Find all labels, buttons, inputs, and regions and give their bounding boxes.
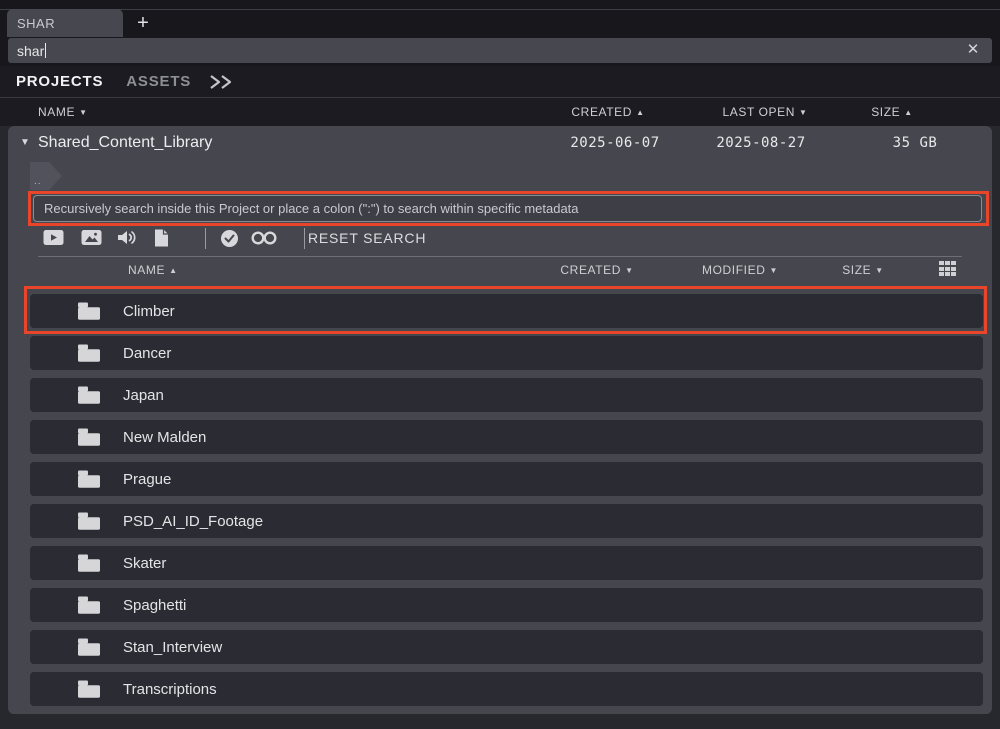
column-header-created[interactable]: CREATED▲ bbox=[571, 105, 644, 119]
collapse-caret-icon[interactable]: ▼ bbox=[20, 137, 30, 148]
folder-name: Skater bbox=[123, 555, 166, 572]
reset-search-button[interactable]: RESET SEARCH bbox=[308, 230, 426, 246]
folder-name: Climber bbox=[123, 303, 175, 320]
projects-table-header: NAME▼ CREATED▲ LAST OPEN▼ SIZE▲ bbox=[0, 97, 1000, 126]
folder-row[interactable]: Climber bbox=[30, 294, 983, 328]
folder-row[interactable]: Prague bbox=[30, 462, 983, 496]
double-chevron-icon[interactable] bbox=[209, 74, 235, 90]
contents-column-size[interactable]: SIZE▼ bbox=[842, 263, 884, 277]
tab-projects[interactable]: PROJECTS bbox=[16, 73, 103, 90]
contents-column-created[interactable]: CREATED▼ bbox=[560, 263, 633, 277]
folder-row[interactable]: PSD_AI_ID_Footage bbox=[30, 504, 983, 538]
tab-label: SHAR bbox=[17, 16, 55, 31]
column-header-name[interactable]: NAME▼ bbox=[38, 105, 88, 119]
tab-assets[interactable]: ASSETS bbox=[126, 73, 191, 90]
duration-filter-icon[interactable] bbox=[220, 229, 239, 248]
project-search-input[interactable] bbox=[33, 195, 982, 222]
folder-row[interactable]: Spaghetti bbox=[30, 588, 983, 622]
parent-directory-item[interactable]: .. bbox=[30, 162, 62, 190]
column-header-last-open[interactable]: LAST OPEN▼ bbox=[722, 105, 807, 119]
sort-arrow-icon: ▼ bbox=[875, 266, 884, 275]
sort-arrow-icon: ▼ bbox=[769, 266, 778, 275]
sort-arrow-icon: ▲ bbox=[904, 108, 913, 117]
folder-row[interactable]: Skater bbox=[30, 546, 983, 580]
project-name: Shared_Content_Library bbox=[38, 134, 212, 152]
folder-icon bbox=[77, 301, 101, 321]
folder-icon bbox=[77, 595, 101, 615]
filter-bar: RESET SEARCH bbox=[8, 226, 992, 252]
folder-icon bbox=[77, 427, 101, 447]
sort-arrow-icon: ▼ bbox=[799, 108, 808, 117]
folder-name: Dancer bbox=[123, 345, 171, 362]
folder-icon bbox=[77, 469, 101, 489]
contents-column-modified[interactable]: MODIFIED▼ bbox=[702, 263, 778, 277]
sort-arrow-icon: ▼ bbox=[79, 108, 88, 117]
folder-row[interactable]: Transcriptions bbox=[30, 672, 983, 706]
nav-bar: PROJECTS ASSETS bbox=[0, 66, 1000, 97]
folder-icon bbox=[77, 343, 101, 363]
folder-icon bbox=[77, 637, 101, 657]
contents-header-divider bbox=[38, 256, 962, 257]
filter-divider bbox=[205, 228, 206, 249]
project-panel: ▼ Shared_Content_Library 2025-06-07 2025… bbox=[8, 126, 992, 714]
clear-search-icon[interactable]: ✕ bbox=[964, 41, 982, 59]
project-size: 35 GB bbox=[893, 135, 938, 151]
video-filter-icon[interactable] bbox=[43, 229, 64, 246]
search-input[interactable]: shar bbox=[8, 38, 992, 63]
tab-shar[interactable]: SHAR bbox=[7, 9, 123, 37]
folder-row[interactable]: Japan bbox=[30, 378, 983, 412]
app-window: SHAR + shar ✕ PROJECTS ASSETS NAME▼ CREA… bbox=[0, 0, 1000, 729]
folder-row[interactable]: Stan_Interview bbox=[30, 630, 983, 664]
project-created-date: 2025-06-07 bbox=[570, 135, 659, 151]
folder-icon bbox=[77, 511, 101, 531]
infinity-filter-icon[interactable] bbox=[250, 229, 278, 247]
folder-row[interactable]: Dancer bbox=[30, 336, 983, 370]
folder-name: Stan_Interview bbox=[123, 639, 222, 656]
folder-name: New Malden bbox=[123, 429, 206, 446]
image-filter-icon[interactable] bbox=[81, 229, 102, 246]
search-row: shar ✕ bbox=[0, 37, 1000, 66]
new-tab-button[interactable]: + bbox=[130, 10, 156, 36]
document-filter-icon[interactable] bbox=[154, 229, 169, 247]
folder-row[interactable]: New Malden bbox=[30, 420, 983, 454]
audio-filter-icon[interactable] bbox=[117, 229, 137, 246]
folder-icon bbox=[77, 553, 101, 573]
folder-name: PSD_AI_ID_Footage bbox=[123, 513, 263, 530]
folder-name: Spaghetti bbox=[123, 597, 186, 614]
parent-directory-label: .. bbox=[34, 176, 42, 187]
folder-name: Japan bbox=[123, 387, 164, 404]
folder-name: Transcriptions bbox=[123, 681, 217, 698]
grid-view-icon[interactable] bbox=[939, 261, 956, 276]
search-value: shar bbox=[17, 43, 44, 59]
project-row[interactable]: ▼ Shared_Content_Library 2025-06-07 2025… bbox=[8, 126, 992, 160]
sort-arrow-icon: ▲ bbox=[169, 266, 178, 275]
folder-icon bbox=[77, 679, 101, 699]
sort-arrow-icon: ▼ bbox=[625, 266, 634, 275]
folder-icon bbox=[77, 385, 101, 405]
filter-divider bbox=[304, 228, 305, 249]
contents-column-name[interactable]: NAME▲ bbox=[128, 263, 178, 277]
text-cursor bbox=[45, 43, 46, 58]
column-header-size[interactable]: SIZE▲ bbox=[871, 105, 913, 119]
tab-bar: SHAR + bbox=[0, 0, 1000, 37]
sort-arrow-icon: ▲ bbox=[636, 108, 645, 117]
folder-list: Climber Dancer Japan New Malden Prague P… bbox=[30, 294, 983, 714]
project-last-open-date: 2025-08-27 bbox=[716, 135, 805, 151]
folder-name: Prague bbox=[123, 471, 171, 488]
